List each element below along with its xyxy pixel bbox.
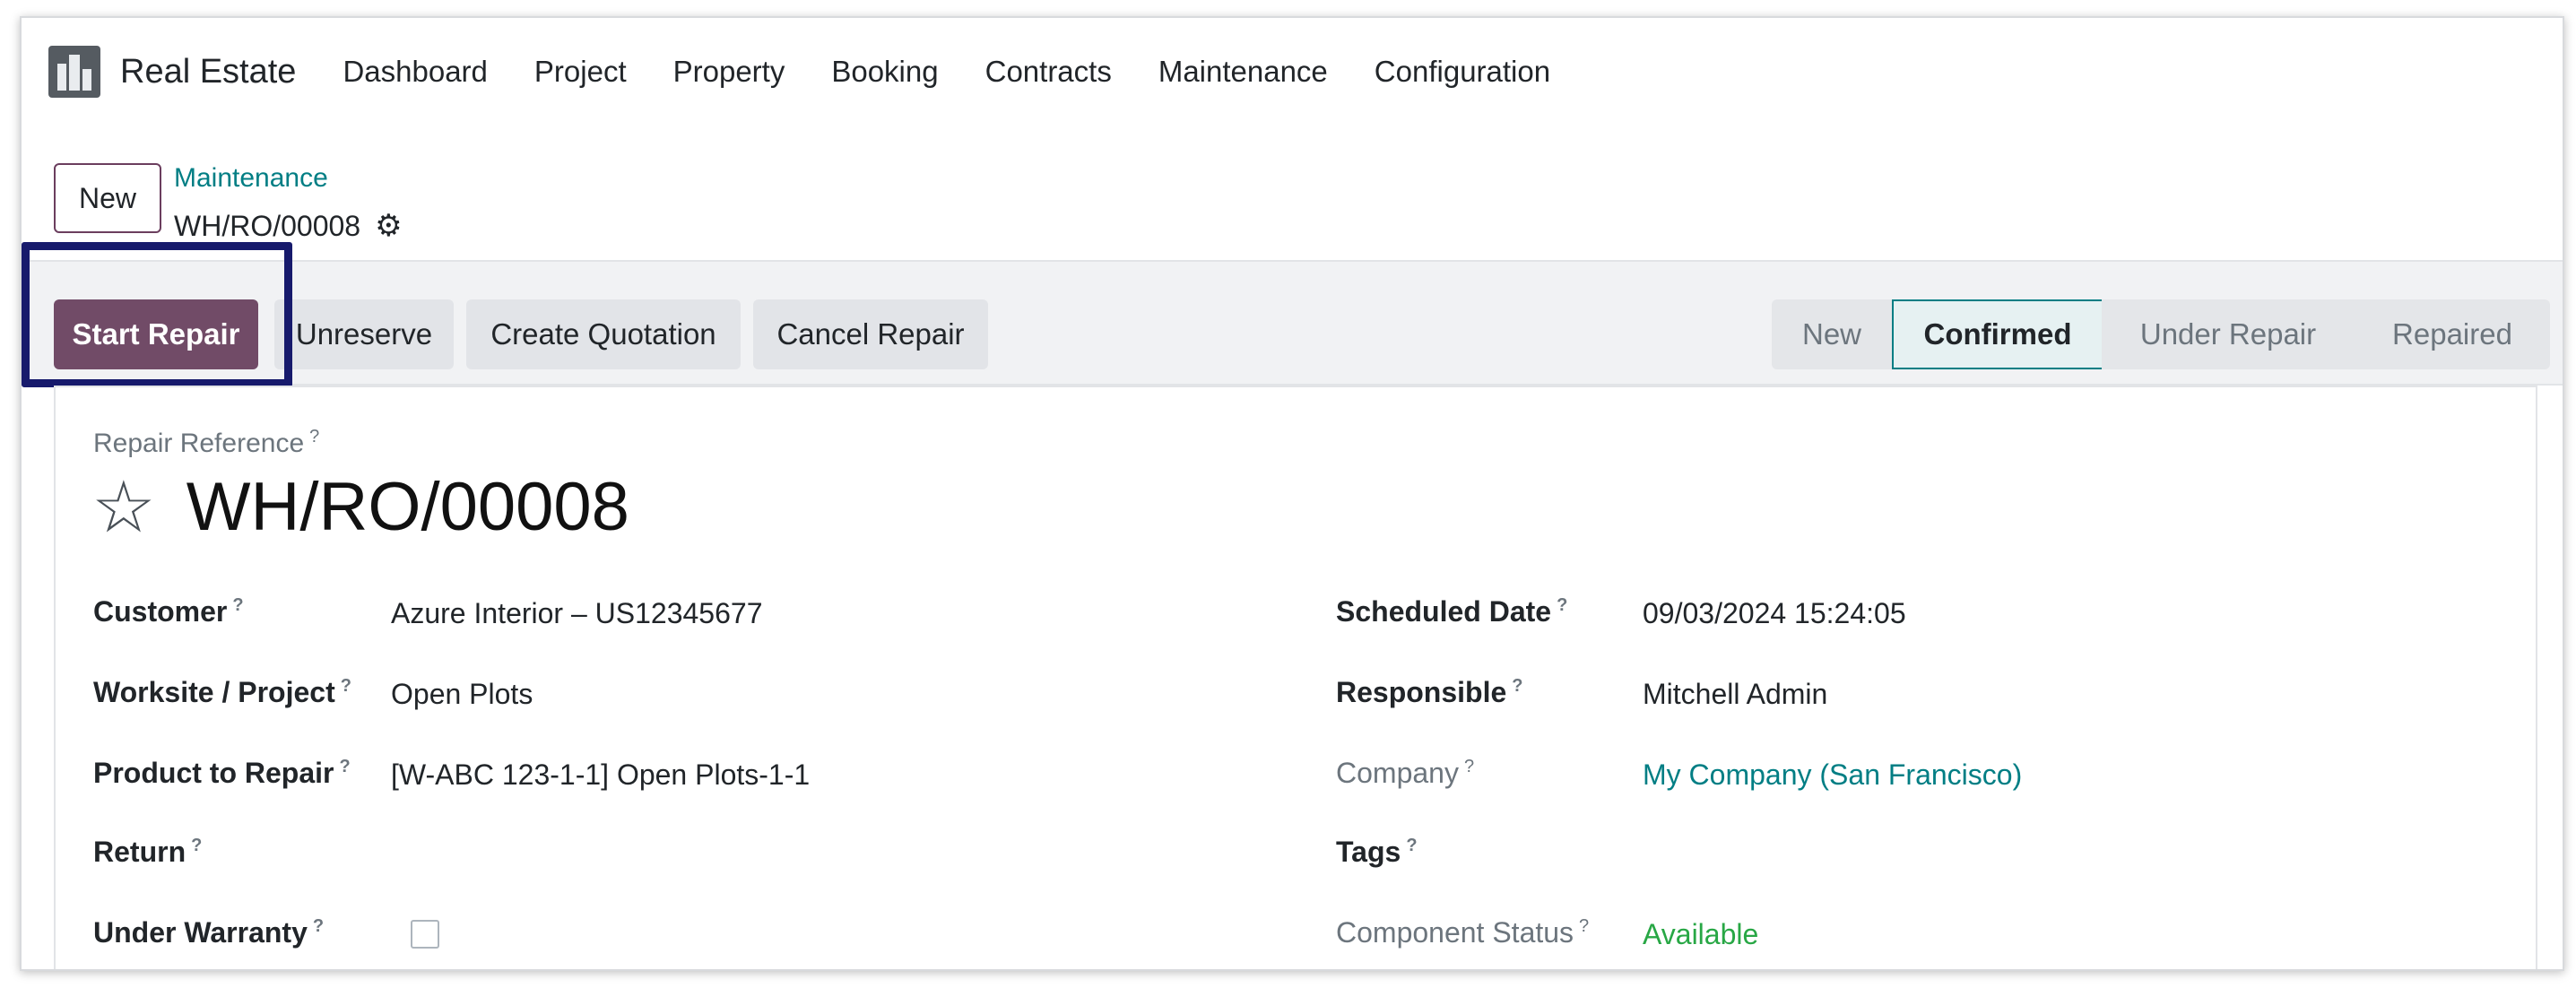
new-button[interactable]: New bbox=[54, 163, 161, 233]
customer-value[interactable]: Azure Interior – US12345677 bbox=[391, 597, 762, 630]
gear-icon[interactable]: ⚙ bbox=[375, 208, 402, 244]
help-icon[interactable]: ? bbox=[339, 757, 350, 776]
component-status-value: Available bbox=[1643, 918, 1759, 950]
breadcrumb-parent[interactable]: Maintenance bbox=[174, 163, 328, 194]
help-icon[interactable]: ? bbox=[313, 916, 324, 936]
title-row: ☆ WH/RO/00008 bbox=[91, 468, 629, 546]
worksite-value[interactable]: Open Plots bbox=[391, 678, 533, 711]
tags-label: Tags? bbox=[1336, 836, 1418, 868]
breadcrumb-current: WH/RO/00008 ⚙ bbox=[174, 208, 403, 244]
company-label: Company? bbox=[1336, 757, 1475, 789]
scheduled-date-value[interactable]: 09/03/2024 15:24:05 bbox=[1643, 597, 1906, 630]
form-sheet: Repair Reference? ☆ WH/RO/00008 Customer… bbox=[54, 386, 2537, 969]
repair-reference-text: Repair Reference bbox=[93, 429, 305, 458]
warranty-label: Under Warranty? bbox=[93, 916, 325, 949]
repair-reference-label: Repair Reference? bbox=[93, 427, 319, 459]
cancel-repair-button[interactable]: Cancel Repair bbox=[753, 299, 988, 369]
real-estate-app-icon[interactable] bbox=[48, 46, 100, 98]
stage-under-repair[interactable]: Under Repair bbox=[2102, 299, 2355, 369]
customer-label: Customer? bbox=[93, 595, 244, 628]
breadcrumb-current-label: WH/RO/00008 bbox=[174, 209, 361, 242]
help-icon[interactable]: ? bbox=[341, 676, 351, 696]
component-status-label: Component Status? bbox=[1336, 916, 1590, 949]
help-icon[interactable]: ? bbox=[1512, 676, 1522, 696]
nav-maintenance[interactable]: Maintenance bbox=[1158, 55, 1328, 89]
product-label: Product to Repair? bbox=[93, 757, 351, 789]
app-name[interactable]: Real Estate bbox=[120, 53, 296, 91]
help-icon[interactable]: ? bbox=[1464, 757, 1474, 776]
star-icon[interactable]: ☆ bbox=[91, 471, 156, 543]
help-icon[interactable]: ? bbox=[1406, 836, 1417, 855]
scheduled-date-label: Scheduled Date? bbox=[1336, 595, 1568, 628]
stage-repaired[interactable]: Repaired bbox=[2355, 299, 2550, 369]
nav-booking[interactable]: Booking bbox=[831, 55, 938, 89]
nav-property[interactable]: Property bbox=[673, 55, 785, 89]
company-value[interactable]: My Company (San Francisco) bbox=[1643, 758, 2022, 792]
app-window: Real Estate Dashboard Project Property B… bbox=[20, 16, 2564, 971]
nav-contracts[interactable]: Contracts bbox=[985, 55, 1112, 89]
record-title: WH/RO/00008 bbox=[186, 469, 629, 545]
return-label: Return? bbox=[93, 836, 203, 868]
create-quotation-button[interactable]: Create Quotation bbox=[466, 299, 741, 369]
stage-pipeline: New Confirmed Under Repair Repaired bbox=[1772, 299, 2550, 369]
help-icon[interactable]: ? bbox=[191, 836, 202, 855]
worksite-label: Worksite / Project? bbox=[93, 676, 351, 708]
responsible-label: Responsible? bbox=[1336, 676, 1523, 708]
help-icon[interactable]: ? bbox=[1579, 916, 1589, 936]
stage-new[interactable]: New bbox=[1772, 299, 1892, 369]
responsible-value[interactable]: Mitchell Admin bbox=[1643, 678, 1827, 711]
nav-configuration[interactable]: Configuration bbox=[1375, 55, 1550, 89]
help-icon[interactable]: ? bbox=[309, 427, 319, 446]
top-navbar: Real Estate Dashboard Project Property B… bbox=[22, 18, 2563, 126]
nav-project[interactable]: Project bbox=[534, 55, 627, 89]
unreserve-button[interactable]: Unreserve bbox=[274, 299, 454, 369]
control-panel: New Maintenance WH/RO/00008 ⚙ bbox=[22, 126, 2563, 278]
nav-dashboard[interactable]: Dashboard bbox=[343, 55, 487, 89]
warranty-checkbox[interactable] bbox=[411, 920, 439, 949]
help-icon[interactable]: ? bbox=[1557, 595, 1567, 615]
help-icon[interactable]: ? bbox=[232, 595, 243, 615]
start-repair-button[interactable]: Start Repair bbox=[54, 299, 258, 369]
stage-confirmed[interactable]: Confirmed bbox=[1892, 299, 2102, 369]
status-bar: Start Repair Unreserve Create Quotation … bbox=[22, 260, 2563, 386]
product-value[interactable]: [W-ABC 123-1-1] Open Plots-1-1 bbox=[391, 758, 810, 792]
